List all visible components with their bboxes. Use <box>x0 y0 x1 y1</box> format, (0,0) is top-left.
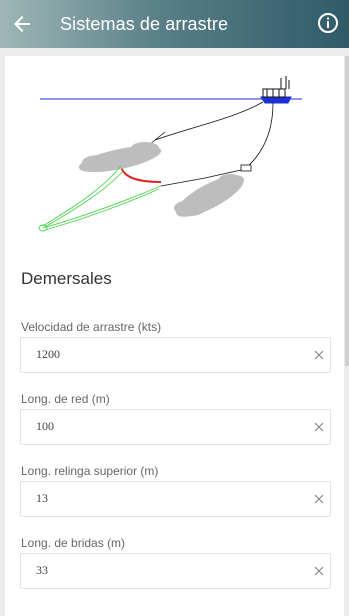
bridas-value[interactable]: 33 <box>36 563 48 578</box>
net-icon <box>38 165 162 232</box>
relinga-value[interactable]: 13 <box>36 491 48 506</box>
info-icon[interactable] <box>317 12 339 34</box>
arrow-back-icon[interactable] <box>10 12 34 36</box>
bridas-input[interactable]: 33 <box>20 553 331 589</box>
content-card: Demersales Velocidad de arrastre (kts) 1… <box>5 56 344 616</box>
boat-icon <box>260 76 292 104</box>
field-label-velocidad: Velocidad de arrastre (kts) <box>21 320 162 334</box>
clear-icon[interactable] <box>313 421 325 433</box>
velocidad-value[interactable]: 1200 <box>36 347 60 362</box>
field-label-relinga: Long. relinga superior (m) <box>21 464 159 478</box>
sediment-cloud-right <box>174 174 245 217</box>
field-label-long-red: Long. de red (m) <box>21 392 110 406</box>
sediment-cloud-left <box>78 142 162 173</box>
field-label-bridas: Long. de bridas (m) <box>21 536 126 550</box>
trawl-system-diagram <box>38 76 302 232</box>
app-bar: Sistemas de arrastre <box>0 0 349 48</box>
page-title: Sistemas de arrastre <box>60 14 229 34</box>
relinga-input[interactable]: 13 <box>20 481 331 517</box>
velocidad-input[interactable]: 1200 <box>20 337 331 373</box>
scrollbar[interactable] <box>345 56 349 366</box>
section-title: Demersales <box>21 269 112 288</box>
long-red-value[interactable]: 100 <box>36 419 54 434</box>
clear-icon[interactable] <box>313 565 325 577</box>
long-red-input[interactable]: 100 <box>20 409 331 445</box>
clear-icon[interactable] <box>313 493 325 505</box>
clear-icon[interactable] <box>313 349 325 361</box>
